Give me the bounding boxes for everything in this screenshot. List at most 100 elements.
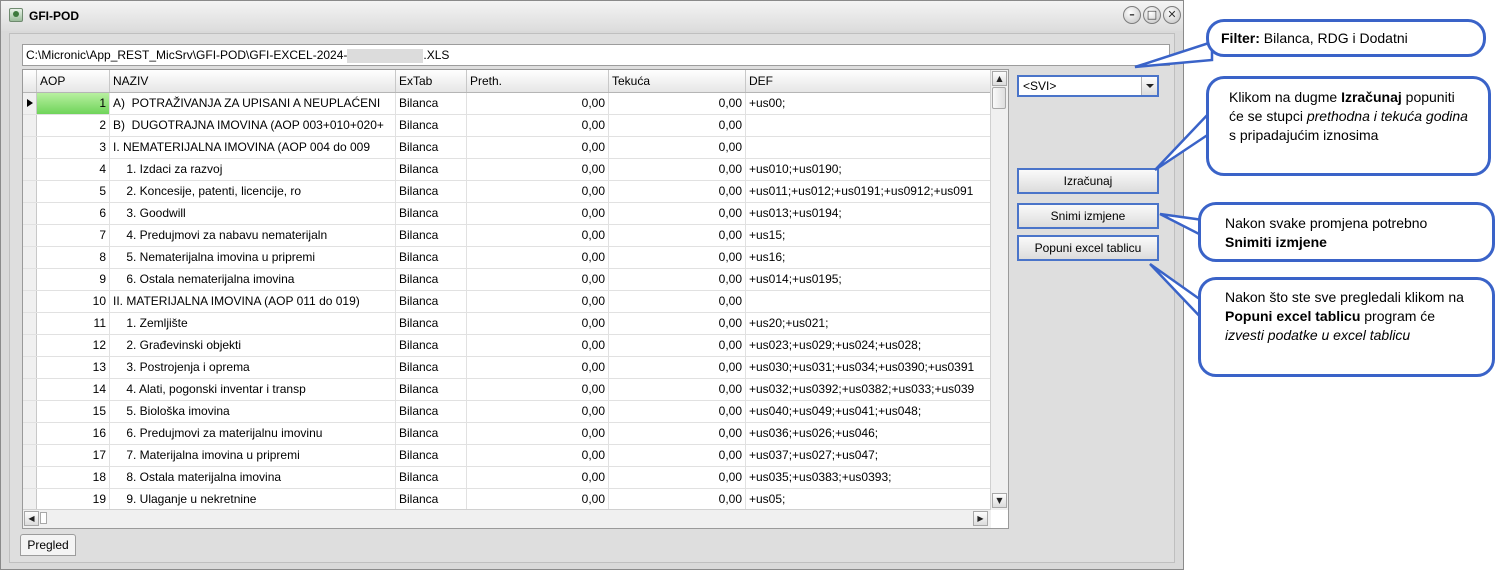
row-indicator[interactable] [23, 115, 37, 136]
row-indicator[interactable] [23, 489, 37, 510]
table-row[interactable]: 14 4. Alati, pogonski inventar i transp B… [23, 379, 991, 401]
table-cell[interactable]: 0,00 [467, 269, 609, 290]
row-indicator[interactable] [23, 423, 37, 444]
table-cell[interactable]: 2. Koncesije, patenti, licencije, ro [110, 181, 396, 202]
table-row[interactable]: 2 B) DUGOTRAJNA IMOVINA (AOP 003+010+020+… [23, 115, 991, 137]
row-indicator[interactable] [23, 137, 37, 158]
row-indicator[interactable] [23, 335, 37, 356]
table-cell[interactable]: Bilanca [396, 445, 467, 466]
table-cell[interactable]: Bilanca [396, 423, 467, 444]
table-row[interactable]: 4 1. Izdaci za razvoj Bilanca 0,00 0,00 +us0… [23, 159, 991, 181]
row-indicator[interactable] [23, 225, 37, 246]
table-cell[interactable]: 19 [37, 489, 110, 510]
table-cell[interactable]: Bilanca [396, 159, 467, 180]
table-cell[interactable]: 5. Biološka imovina [110, 401, 396, 422]
table-cell[interactable]: +us011;+us012;+us0191;+us0912;+us091 [746, 181, 991, 202]
table-cell[interactable]: 0,00 [609, 137, 746, 158]
data-grid[interactable]: AOP NAZIV ExTab Preth. Tekuća DEF 1 A) POTRAŽI… [22, 69, 1009, 529]
row-indicator[interactable] [23, 159, 37, 180]
table-row[interactable]: 5 2. Koncesije, patenti, licencije, ro Bi… [23, 181, 991, 203]
table-cell[interactable]: Bilanca [396, 93, 467, 114]
table-row[interactable]: 7 4. Predujmovi za nabavu nematerijaln Bi… [23, 225, 991, 247]
table-cell[interactable]: 3. Goodwill [110, 203, 396, 224]
table-cell[interactable]: 0,00 [467, 357, 609, 378]
table-cell[interactable]: 0,00 [609, 423, 746, 444]
table-cell[interactable]: +us00; [746, 93, 991, 114]
table-cell[interactable]: 0,00 [467, 467, 609, 488]
column-header[interactable]: Tekuća [609, 70, 746, 92]
table-cell[interactable]: 0,00 [467, 379, 609, 400]
table-cell[interactable]: 1 [37, 93, 110, 114]
table-row[interactable]: 12 2. Građevinski objekti Bilanca 0,00 0,00… [23, 335, 991, 357]
table-cell[interactable]: 0,00 [609, 225, 746, 246]
table-cell[interactable]: 0,00 [609, 313, 746, 334]
table-cell[interactable]: 0,00 [467, 115, 609, 136]
filter-select[interactable]: <SVI> [1017, 75, 1159, 97]
table-cell[interactable]: 0,00 [609, 181, 746, 202]
table-cell[interactable]: 15 [37, 401, 110, 422]
horizontal-scroll-thumb[interactable] [40, 512, 47, 524]
table-cell[interactable]: 3 [37, 137, 110, 158]
table-cell[interactable]: +us040;+us049;+us041;+us048; [746, 401, 991, 422]
maximize-button[interactable]: □ [1143, 6, 1161, 24]
table-cell[interactable]: Bilanca [396, 269, 467, 290]
table-cell[interactable]: Bilanca [396, 181, 467, 202]
table-cell[interactable]: Bilanca [396, 115, 467, 136]
table-cell[interactable]: Bilanca [396, 379, 467, 400]
table-row[interactable]: 10 II. MATERIJALNA IMOVINA (AOP 011 do 01… [23, 291, 991, 313]
row-indicator[interactable] [23, 247, 37, 268]
vertical-scroll-thumb[interactable] [992, 87, 1006, 109]
table-cell[interactable]: +us010;+us0190; [746, 159, 991, 180]
table-cell[interactable]: 8. Ostala materijalna imovina [110, 467, 396, 488]
table-cell[interactable]: 0,00 [467, 93, 609, 114]
vertical-scrollbar[interactable]: ▲ ▼ [990, 70, 1008, 510]
table-cell[interactable]: 13 [37, 357, 110, 378]
table-cell[interactable]: Bilanca [396, 313, 467, 334]
horizontal-scrollbar[interactable]: ◀ ▶ [23, 509, 991, 528]
table-cell[interactable]: 0,00 [609, 203, 746, 224]
table-cell[interactable]: 0,00 [467, 225, 609, 246]
table-cell[interactable]: Bilanca [396, 225, 467, 246]
table-cell[interactable]: B) DUGOTRAJNA IMOVINA (AOP 003+010+020+ [110, 115, 396, 136]
table-row[interactable]: 11 1. Zemljište Bilanca 0,00 0,00 +us20;+us0… [23, 313, 991, 335]
table-cell[interactable]: 0,00 [609, 291, 746, 312]
row-indicator[interactable] [23, 401, 37, 422]
column-header[interactable]: ExTab [396, 70, 467, 92]
scroll-up-arrow-icon[interactable]: ▲ [992, 71, 1007, 86]
table-cell[interactable]: 4. Predujmovi za nabavu nematerijaln [110, 225, 396, 246]
table-cell[interactable]: 0,00 [609, 115, 746, 136]
row-indicator[interactable] [23, 181, 37, 202]
table-cell[interactable]: +us037;+us027;+us047; [746, 445, 991, 466]
table-cell[interactable] [746, 291, 991, 312]
table-cell[interactable]: 0,00 [467, 181, 609, 202]
table-cell[interactable]: 6 [37, 203, 110, 224]
table-row[interactable]: 8 5. Nematerijalna imovina u pripremi Bil… [23, 247, 991, 269]
table-cell[interactable]: I. NEMATERIJALNA IMOVINA (AOP 004 do 009 [110, 137, 396, 158]
table-cell[interactable] [746, 115, 991, 136]
table-cell[interactable]: 14 [37, 379, 110, 400]
scroll-down-arrow-icon[interactable]: ▼ [992, 493, 1007, 508]
table-cell[interactable]: 18 [37, 467, 110, 488]
table-cell[interactable]: 0,00 [467, 445, 609, 466]
table-cell[interactable]: 0,00 [609, 159, 746, 180]
column-header[interactable]: AOP [37, 70, 110, 92]
table-cell[interactable]: Bilanca [396, 203, 467, 224]
row-indicator[interactable] [23, 445, 37, 466]
file-path-field[interactable]: C:\Micronic\App_REST_MicSrv\GFI-POD\GFI-… [22, 44, 1170, 66]
table-cell[interactable]: +us15; [746, 225, 991, 246]
table-row[interactable]: 19 9. Ulaganje u nekretnine Bilanca 0,00 0,… [23, 489, 991, 511]
table-cell[interactable]: 0,00 [467, 313, 609, 334]
table-cell[interactable]: 5. Nematerijalna imovina u pripremi [110, 247, 396, 268]
table-cell[interactable]: 0,00 [609, 379, 746, 400]
table-cell[interactable]: +us023;+us029;+us024;+us028; [746, 335, 991, 356]
table-row[interactable]: 3 I. NEMATERIJALNA IMOVINA (AOP 004 do 00… [23, 137, 991, 159]
table-cell[interactable]: 1. Zemljište [110, 313, 396, 334]
table-cell[interactable]: 0,00 [609, 269, 746, 290]
title-bar[interactable]: GFI-POD – □ ✕ [1, 1, 1183, 31]
chevron-down-icon[interactable] [1141, 77, 1157, 95]
table-cell[interactable]: 2. Građevinski objekti [110, 335, 396, 356]
row-indicator[interactable] [23, 313, 37, 334]
table-cell[interactable]: 0,00 [467, 335, 609, 356]
table-cell[interactable]: 6. Predujmovi za materijalnu imovinu [110, 423, 396, 444]
table-cell[interactable]: 0,00 [467, 137, 609, 158]
